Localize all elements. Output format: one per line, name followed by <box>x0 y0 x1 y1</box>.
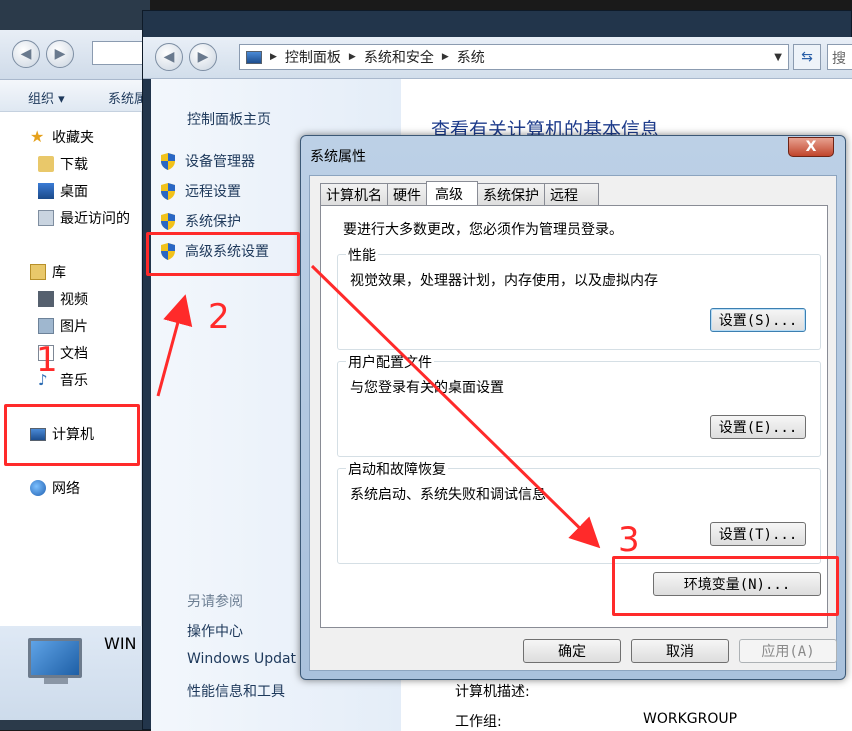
startup-recovery-settings-button[interactable]: 设置(T)... <box>710 522 806 546</box>
windows-update-link[interactable]: Windows Updat <box>187 651 296 667</box>
tab-remote[interactable]: 远程 <box>544 183 599 205</box>
highlight-box-advanced-settings <box>146 232 300 276</box>
tab-computer-name[interactable]: 计算机名 <box>320 183 388 205</box>
refresh-icon[interactable]: ⇆ <box>793 44 821 70</box>
device-manager-link[interactable]: 设备管理器 <box>159 151 255 171</box>
cp-home-link[interactable]: 控制面板主页 <box>187 109 271 129</box>
search-input[interactable]: 搜 <box>827 44 852 70</box>
step-number-2: 2 <box>208 297 230 337</box>
computer-name: WIN <box>104 634 137 653</box>
pictures-library-icon <box>38 318 54 334</box>
explorer-nav-pane: ★ 收藏夹 下载 桌面 最近访问的 库 视频 图片 文档 ♪ 音乐 计算机 网络 <box>0 112 142 626</box>
workgroup-value: WORKGROUP <box>643 711 738 727</box>
shield-icon <box>161 182 175 200</box>
network-globe-icon <box>30 480 46 496</box>
tab-system-protection[interactable]: 系统保护 <box>477 183 545 205</box>
step-number-3: 3 <box>618 520 640 560</box>
breadcrumb-arrow-icon: ▶ <box>348 52 356 62</box>
recent-places-icon <box>38 210 54 226</box>
nav-pictures[interactable]: 图片 <box>38 315 88 337</box>
step-number-1: 1 <box>36 340 58 380</box>
download-folder-icon <box>38 156 54 172</box>
shield-icon <box>161 212 175 230</box>
performance-group: 性能 视觉效果，处理器计划，内存使用，以及虚拟内存 设置(S)... <box>337 245 821 350</box>
close-icon[interactable]: X <box>788 137 834 157</box>
organize-menu[interactable]: 组织 ▾ <box>28 88 65 107</box>
computer-description-label: 计算机描述: <box>455 684 530 700</box>
computer-stand-icon <box>44 678 68 684</box>
address-dropdown-icon[interactable]: ▼ <box>774 52 782 63</box>
video-library-icon <box>38 291 54 307</box>
cp-address-bar[interactable]: ▶ 控制面板 ▶ 系统和安全 ▶ 系统 ▼ <box>239 44 789 70</box>
nav-favorites[interactable]: ★ 收藏夹 <box>30 126 94 148</box>
user-profile-desc: 与您登录有关的桌面设置 <box>350 380 504 396</box>
explorer-window: ◀ ▶ 组织 ▾ 系统属 ★ 收藏夹 下载 桌面 最近访问的 库 视频 图片 文… <box>0 0 150 730</box>
performance-tools-link[interactable]: 性能信息和工具 <box>187 681 285 701</box>
cancel-button[interactable]: 取消 <box>631 639 729 663</box>
remote-settings-link[interactable]: 远程设置 <box>159 181 241 201</box>
see-also-heading: 另请参阅 <box>187 594 243 610</box>
startup-recovery-title: 启动和故障恢复 <box>346 459 448 479</box>
user-profile-group: 用户配置文件 与您登录有关的桌面设置 设置(E)... <box>337 352 821 457</box>
nav-desktop[interactable]: 桌面 <box>38 180 88 202</box>
nav-recent[interactable]: 最近访问的 <box>38 207 130 229</box>
tab-advanced[interactable]: 高级 <box>426 181 478 205</box>
breadcrumb-arrow-icon: ▶ <box>441 52 449 62</box>
control-panel-icon <box>246 50 262 64</box>
workgroup-label: 工作组: <box>455 714 502 730</box>
dialog-title: 系统属性 <box>310 149 366 165</box>
startup-recovery-group: 启动和故障恢复 系统启动、系统失败和调试信息 设置(T)... <box>337 459 821 564</box>
highlight-box-env-variables <box>612 556 839 616</box>
library-icon <box>30 264 46 280</box>
desktop-icon <box>38 183 54 199</box>
explorer-toolbar: 组织 ▾ 系统属 <box>0 80 150 112</box>
breadcrumb-arrow-icon: ▶ <box>270 52 277 62</box>
explorer-chrome: ◀ ▶ <box>0 30 150 80</box>
performance-settings-button[interactable]: 设置(S)... <box>710 308 806 332</box>
forward-arrow-icon[interactable]: ▶ <box>46 40 74 68</box>
admin-note: 要进行大多数更改，您必须作为管理员登录。 <box>343 222 623 238</box>
user-profile-settings-button[interactable]: 设置(E)... <box>710 415 806 439</box>
performance-desc: 视觉效果，处理器计划，内存使用，以及虚拟内存 <box>350 273 658 289</box>
breadcrumb-system[interactable]: 系统 <box>457 47 485 67</box>
performance-title: 性能 <box>346 245 378 265</box>
dialog-tabs: 计算机名 硬件 高级 系统保护 远程 <box>320 181 599 205</box>
nav-downloads[interactable]: 下载 <box>38 153 88 175</box>
cp-back-arrow-icon[interactable]: ◀ <box>155 43 183 71</box>
control-panel-chrome: ◀ ▶ ▶ 控制面板 ▶ 系统和安全 ▶ 系统 ▼ ⇆ 搜 <box>143 37 852 79</box>
computer-large-icon <box>28 638 82 678</box>
startup-recovery-desc: 系统启动、系统失败和调试信息 <box>350 487 546 503</box>
nav-videos[interactable]: 视频 <box>38 288 88 310</box>
nav-network[interactable]: 网络 <box>30 477 80 499</box>
breadcrumb-control-panel[interactable]: 控制面板 <box>285 47 341 67</box>
cp-forward-arrow-icon[interactable]: ▶ <box>189 43 217 71</box>
star-icon: ★ <box>30 127 45 146</box>
breadcrumb-system-security[interactable]: 系统和安全 <box>364 47 434 67</box>
apply-button[interactable]: 应用(A) <box>739 639 837 663</box>
back-arrow-icon[interactable]: ◀ <box>12 40 40 68</box>
nav-libraries[interactable]: 库 <box>30 261 66 283</box>
action-center-link[interactable]: 操作中心 <box>187 621 243 641</box>
tab-hardware[interactable]: 硬件 <box>387 183 427 205</box>
system-protection-link[interactable]: 系统保护 <box>159 211 241 231</box>
shield-icon <box>161 152 175 170</box>
highlight-box-computer <box>4 404 140 466</box>
ok-button[interactable]: 确定 <box>523 639 621 663</box>
user-profile-title: 用户配置文件 <box>346 352 434 372</box>
